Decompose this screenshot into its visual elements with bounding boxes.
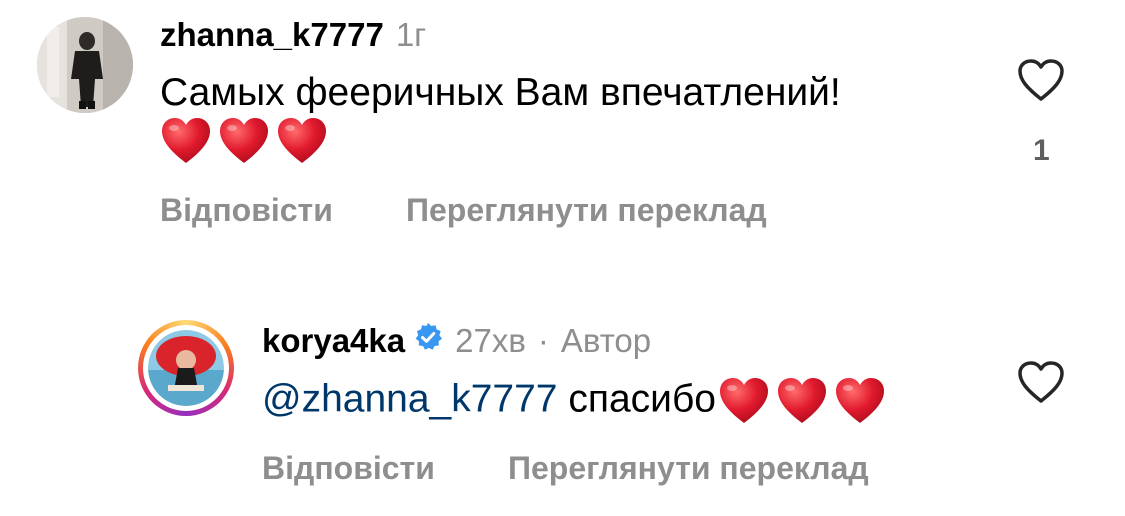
avatar-photo [148,330,224,406]
like-count: 1 [1033,134,1050,167]
author-label: Автор [560,322,652,359]
reply-button[interactable]: Відповісти [160,192,333,229]
comment-header: zhanna_k7777 1г [160,16,426,54]
red-heart-emoji [776,376,828,426]
see-translation-button[interactable]: Переглянути переклад [508,450,869,487]
like-button[interactable] [1017,58,1065,107]
reply-comment-item: korya4ka 27хв · Автор @zhanna_k7777 спас… [0,300,1125,516]
timestamp: 1г [395,16,427,53]
heart-outline-icon [1018,59,1064,101]
comment-text: @zhanna_k7777 спасибо [262,376,886,426]
timestamp: 27хв [455,322,526,359]
red-heart-emoji [718,376,770,426]
avatar-photo [37,17,133,113]
comment-item: zhanna_k7777 1г Самых фееричных Вам впеч… [0,0,1125,260]
verified-badge-icon [413,322,443,357]
red-heart-emoji [276,116,328,166]
reply-text: спасибо [568,377,716,421]
red-heart-emoji [834,376,886,426]
emoji-row [160,116,328,166]
heart-outline-icon [1018,361,1064,403]
username[interactable]: zhanna_k7777 [160,16,384,54]
username[interactable]: korya4ka [262,322,405,360]
like-button[interactable] [1017,360,1065,409]
reply-button[interactable]: Відповісти [262,450,435,487]
red-heart-emoji [160,116,212,166]
comment-text: Самых фееричных Вам впечатлений! [160,71,841,114]
emoji-row [718,376,886,426]
red-heart-emoji [218,116,270,166]
avatar-story-ring[interactable] [138,320,234,416]
comment-header: korya4ka 27хв · Автор [262,322,651,360]
avatar[interactable] [37,17,133,113]
separator-dot: · [537,322,549,359]
mention-link[interactable]: @zhanna_k7777 [262,377,558,420]
see-translation-button[interactable]: Переглянути переклад [406,192,767,229]
